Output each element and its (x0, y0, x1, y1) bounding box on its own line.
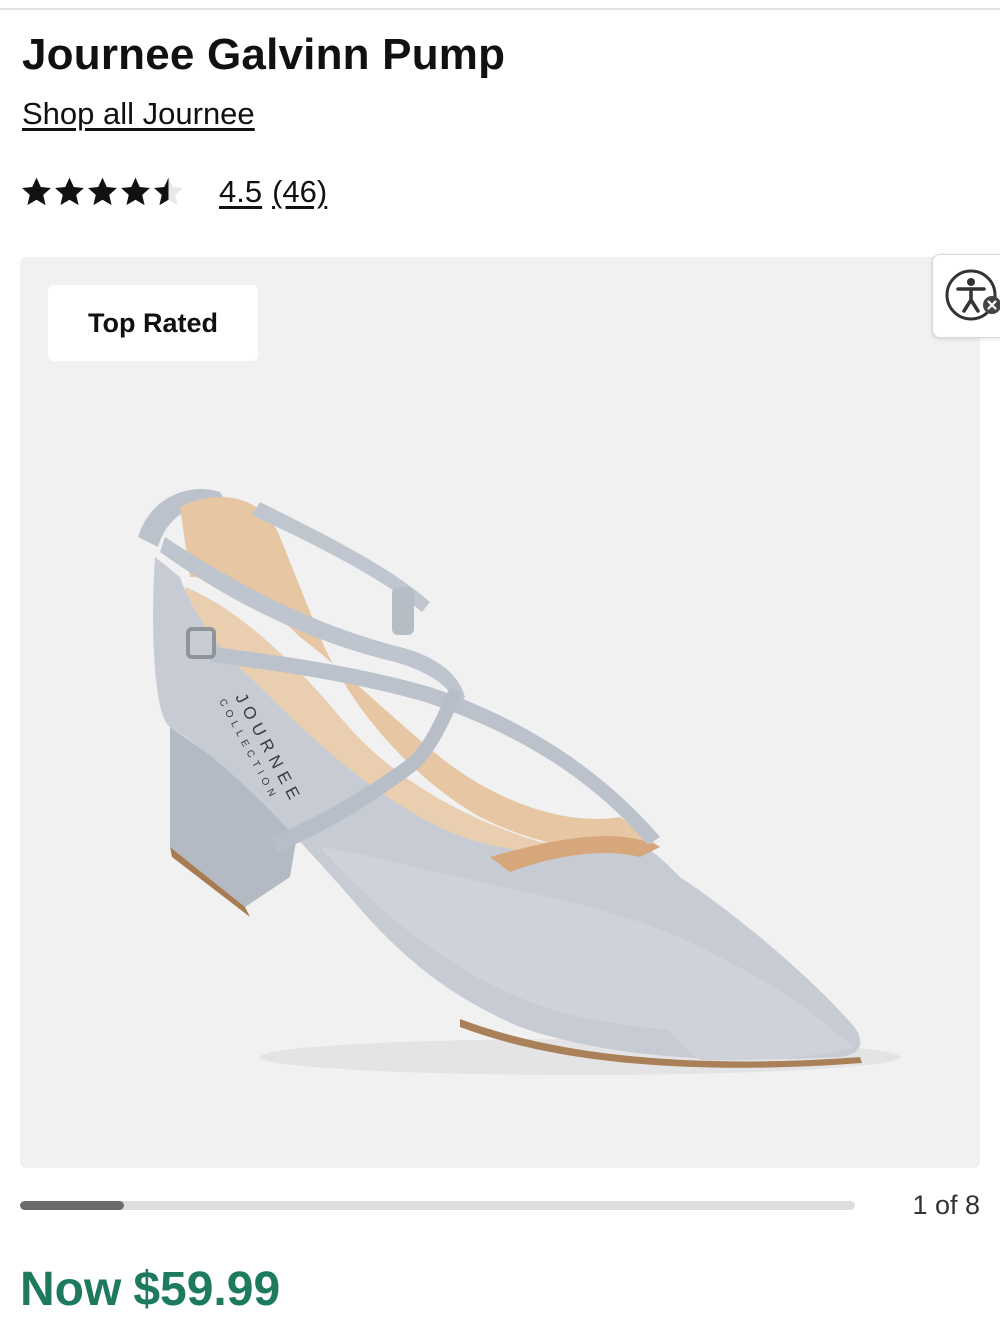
price-now: Now $59.99 (20, 1262, 280, 1317)
gallery-progress-fill (20, 1201, 125, 1210)
shop-brand-link[interactable]: Shop all Journee (22, 96, 255, 132)
star-icon (22, 177, 51, 206)
review-count: (46) (272, 174, 328, 209)
product-image-shoe[interactable]: JOURNEE COLLECTION (20, 257, 980, 1168)
product-image-gallery[interactable]: JOURNEE COLLECTION Top Rated (20, 257, 980, 1168)
product-title: Journee Galvinn Pump (22, 30, 506, 79)
star-icon (121, 177, 150, 206)
rating-value: 4.5 (219, 174, 263, 209)
star-icon (88, 177, 117, 206)
gallery-progress-bar (20, 1201, 855, 1210)
top-rated-badge: Top Rated (48, 285, 258, 361)
accessibility-icon (945, 269, 1000, 321)
reviews-link[interactable]: 4.5 (46) (219, 174, 327, 210)
price-amount: $59.99 (133, 1263, 281, 1316)
gallery-page-counter: 1 of 8 (912, 1190, 980, 1220)
accessibility-button[interactable] (932, 254, 1000, 338)
half-star-icon (154, 177, 183, 206)
rating-stars (20, 175, 185, 209)
top-divider (0, 8, 1000, 10)
star-icon (55, 177, 84, 206)
price-prefix: Now (20, 1263, 122, 1316)
rating-row: 4.5 (46) (20, 170, 327, 214)
